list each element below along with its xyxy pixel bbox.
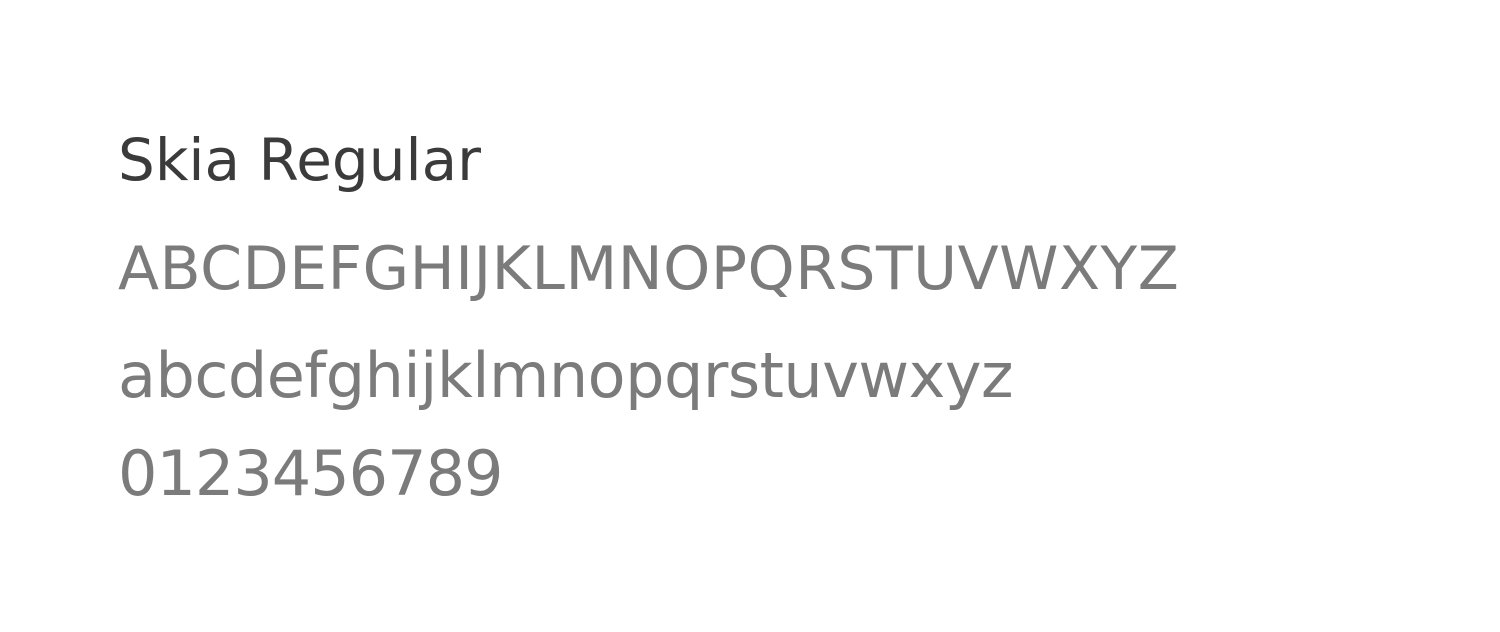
lowercase-alphabet: abcdefghijklmnopqrstuvwxyz (118, 339, 1014, 412)
font-specimen-page: { "specimen": { "font_name": "Skia Regul… (0, 0, 1500, 632)
digit-sample: 0123456789 (118, 437, 503, 510)
font-name-title: Skia Regular (118, 126, 481, 194)
uppercase-alphabet: ABCDEFGHIJKLMNOPQRSTUVWXYZ (118, 234, 1180, 304)
